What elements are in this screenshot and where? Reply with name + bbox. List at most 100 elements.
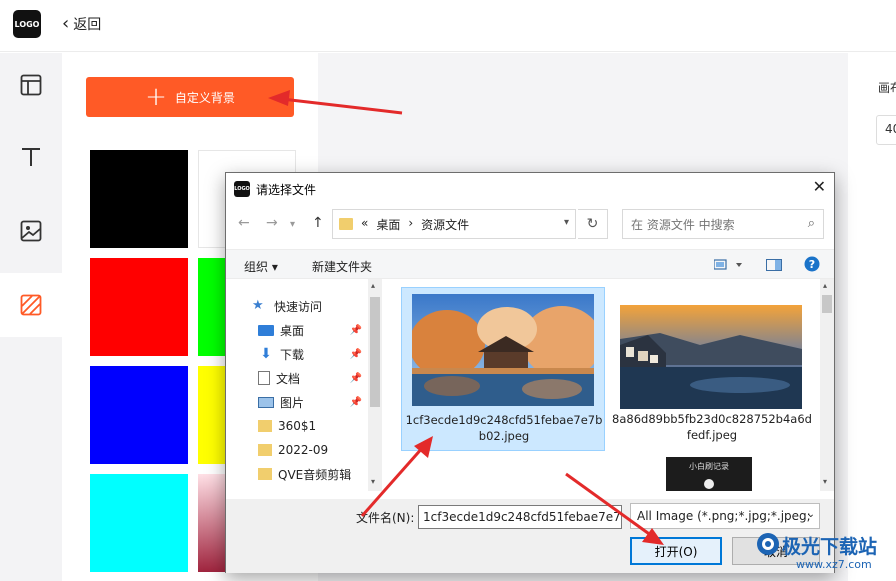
tree-item-documents[interactable]: 文档 📌 — [258, 367, 382, 389]
help-icon[interactable]: ? — [804, 256, 820, 275]
image-icon — [20, 220, 42, 242]
plus-icon: + — [145, 82, 167, 112]
svg-text:?: ? — [809, 258, 815, 271]
files-scroll-thumb[interactable] — [822, 295, 832, 313]
tree-label: 下载 — [280, 347, 305, 362]
dialog-navbar: ← → ▾ ↑ « 桌面 › 资源文件 ▾ ↻ ⌕ — [226, 209, 834, 241]
file-name: 8a86d89bb5fb23d0c828752b4a6dfedf.jpeg — [612, 412, 812, 442]
chevron-down-icon[interactable]: ▾ — [564, 217, 569, 228]
folder-icon — [258, 468, 272, 480]
tree-item-quick-access[interactable]: ★ 快速访问 — [252, 295, 376, 317]
dialog-title: 请选择文件 — [256, 183, 317, 197]
refresh-icon[interactable]: ↻ — [578, 209, 608, 239]
search-icon: ⌕ — [807, 216, 815, 231]
tree-item-pictures[interactable]: 图片 📌 — [258, 391, 382, 413]
folder-icon — [258, 444, 272, 456]
top-bar: LOGO ‹ 返回 — [0, 0, 896, 52]
breadcrumb-separator: › — [408, 215, 414, 230]
rail-image-button[interactable] — [0, 199, 62, 263]
scroll-down-icon[interactable]: ▾ — [371, 477, 375, 486]
filetype-value: All Image (*.png;*.jpg;*.jpeg; — [637, 509, 811, 523]
chevron-left-icon: ‹ — [62, 13, 70, 34]
back-button[interactable]: ‹ 返回 — [62, 14, 101, 34]
swatch-black[interactable] — [90, 150, 188, 248]
file-dialog: LOGO 请选择文件 ✕ ← → ▾ ↑ « 桌面 › 资源文件 ▾ ↻ ⌕ 组… — [225, 172, 835, 573]
tree-item-desktop[interactable]: 桌面 📌 — [258, 319, 382, 341]
file-tile-2[interactable]: 8a86d89bb5fb23d0c828752b4a6dfedf.jpeg — [610, 287, 814, 451]
open-button[interactable]: 打开(O) — [630, 537, 722, 565]
custom-background-label: 自定义背景 — [174, 90, 235, 105]
organize-menu[interactable]: 组织 ▾ — [244, 258, 278, 275]
view-options-icon[interactable] — [713, 259, 744, 274]
up-arrow-icon[interactable]: ↑ — [312, 215, 324, 231]
pin-icon: 📌 — [349, 396, 362, 408]
breadcrumb-desktop[interactable]: 桌面 — [376, 216, 400, 233]
tree-label: 360$1 — [278, 419, 317, 433]
folder-icon — [258, 420, 272, 432]
file-name: 1cf3ecde1d9c248cfd51febae7e7bb02.jpeg — [405, 413, 603, 443]
dialog-titlebar: LOGO 请选择文件 ✕ — [226, 173, 834, 203]
tree-item-folder-2022-09[interactable]: 2022-09 — [258, 439, 382, 461]
swatch-red[interactable] — [90, 258, 188, 356]
canvas-settings-panel: 画布 40 — [848, 53, 896, 581]
tree-item-folder-360[interactable]: 360$1 — [258, 415, 382, 437]
search-input[interactable] — [631, 212, 791, 238]
tree-item-downloads[interactable]: ⬇ 下载 📌 — [258, 343, 382, 365]
folder-icon — [339, 218, 353, 230]
preview-pane-icon[interactable] — [766, 259, 782, 274]
document-icon — [258, 371, 270, 385]
watermark-logo-icon — [757, 533, 779, 555]
app-logo: LOGO — [13, 10, 41, 38]
tree-label: 文档 — [276, 371, 301, 386]
chevron-down-icon: ⌄ — [806, 509, 815, 520]
tree-label: 快速访问 — [274, 299, 323, 314]
filename-label: 文件名(N): — [356, 511, 415, 525]
tree-label: 图片 — [280, 395, 305, 410]
video-dot-icon — [704, 479, 714, 489]
tree-label: 桌面 — [280, 323, 305, 338]
address-bar[interactable]: « 桌面 › 资源文件 ▾ — [332, 209, 576, 239]
rail-text-button[interactable] — [0, 125, 62, 189]
desktop-icon — [258, 324, 274, 336]
tree-item-folder-qve[interactable]: QVE音频剪辑 — [258, 463, 382, 485]
watermark-url: www.xz7.com — [796, 558, 872, 571]
file-tile-3[interactable]: 小白刷记录 — [666, 457, 752, 491]
watermark: 极光下载站 www.xz7.com — [752, 528, 896, 578]
breadcrumb-resources[interactable]: 资源文件 — [421, 216, 469, 233]
tree-scrollbar[interactable]: ▴ ▾ — [368, 279, 382, 491]
files-scrollbar[interactable]: ▴ ▾ — [820, 279, 834, 491]
layout-icon — [20, 74, 42, 96]
watermark-brand: 极光下载站 — [782, 536, 878, 558]
scroll-up-icon[interactable]: ▴ — [823, 281, 827, 290]
rail-background-button[interactable] — [0, 273, 62, 337]
filetype-select[interactable]: All Image (*.png;*.jpg;*.jpeg; ⌄ — [630, 503, 820, 529]
forward-arrow-icon[interactable]: → — [266, 215, 278, 231]
tree-label: 2022-09 — [278, 443, 329, 457]
back-arrow-icon[interactable]: ← — [238, 215, 250, 231]
canvas-size-input[interactable]: 40 — [876, 115, 896, 145]
back-label: 返回 — [73, 17, 102, 33]
file-tile-1[interactable]: 1cf3ecde1d9c248cfd51febae7e7bb02.jpeg — [401, 287, 605, 451]
custom-background-button[interactable]: + 自定义背景 — [86, 77, 294, 117]
history-dropdown-icon[interactable]: ▾ — [290, 219, 295, 230]
tree-scroll-thumb[interactable] — [370, 297, 380, 407]
swatch-blue[interactable] — [90, 366, 188, 464]
rail-layout-button[interactable] — [0, 53, 62, 117]
navigation-tree: ★ 快速访问 桌面 📌 ⬇ 下载 📌 文档 📌 图片 📌 360$1 2022-… — [226, 279, 384, 491]
tree-label: QVE音频剪辑 — [278, 467, 352, 482]
scroll-down-icon[interactable]: ▾ — [823, 477, 827, 486]
filename-input[interactable]: 1cf3ecde1d9c248cfd51febae7e7bb02.jpeg — [418, 505, 622, 529]
thumbnail-coastal-town — [620, 305, 802, 409]
file-list: 1cf3ecde1d9c248cfd51febae7e7bb02.jpeg 8a… — [384, 279, 836, 491]
search-box[interactable]: ⌕ — [622, 209, 824, 239]
swatch-cyan[interactable] — [90, 474, 188, 572]
canvas-label: 画布 — [878, 81, 896, 95]
thumbnail-autumn-house — [412, 294, 594, 406]
dialog-footer: 文件名(N): 1cf3ecde1d9c248cfd51febae7e7bb02… — [226, 499, 834, 573]
text-icon — [22, 148, 40, 166]
scroll-up-icon[interactable]: ▴ — [371, 281, 375, 290]
pin-icon: 📌 — [349, 348, 362, 360]
breadcrumb-overflow[interactable]: « — [361, 216, 368, 233]
new-folder-button[interactable]: 新建文件夹 — [312, 258, 372, 275]
close-icon[interactable]: ✕ — [813, 177, 826, 196]
